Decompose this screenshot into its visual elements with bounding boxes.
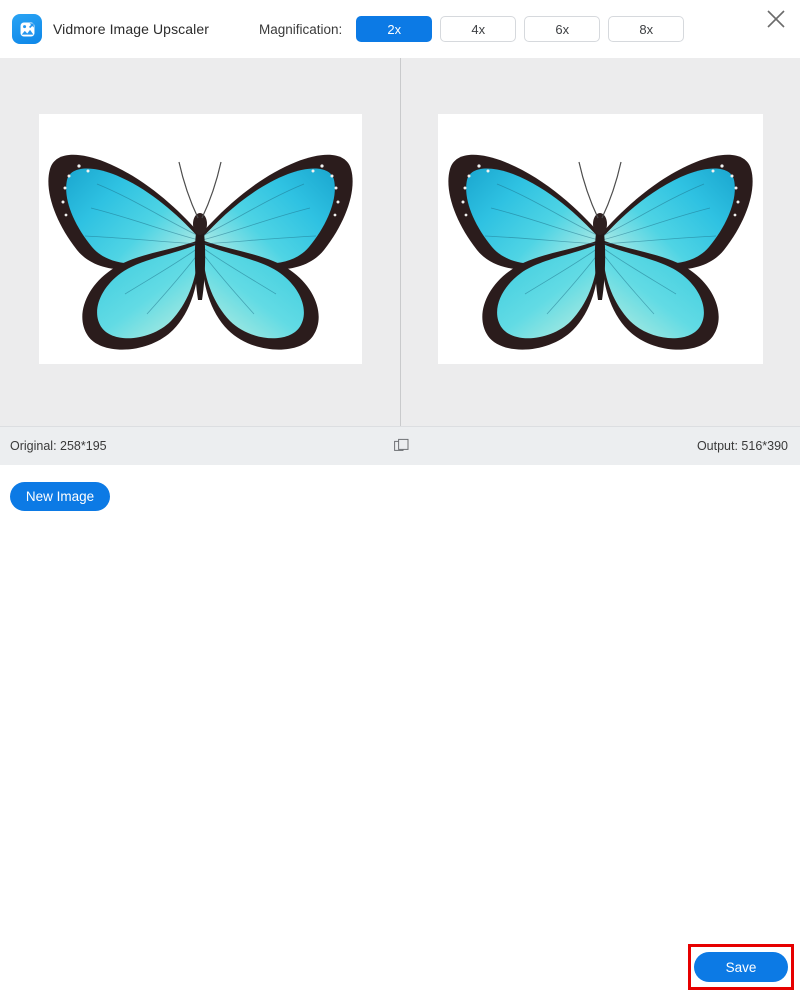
new-image-button[interactable]: New Image (10, 482, 110, 511)
original-size-label: Original: 258*195 (10, 439, 107, 453)
save-button[interactable]: Save (694, 952, 788, 982)
magnification-option-8x[interactable]: 8x (608, 16, 684, 42)
status-bar: Original: 258*195 Output: 516*390 (0, 426, 800, 465)
app-title: Vidmore Image Upscaler (53, 21, 209, 37)
compare-squares-icon[interactable] (394, 438, 410, 454)
original-butterfly-image (39, 114, 362, 364)
save-button-highlight-annotation: Save (688, 944, 794, 990)
close-icon[interactable] (760, 3, 792, 35)
magnification-option-4x[interactable]: 4x (440, 16, 516, 42)
footer-bar: New Image Save (0, 465, 800, 527)
preview-area (0, 58, 800, 426)
original-image-preview[interactable] (0, 58, 400, 426)
magnification-option-2x[interactable]: 2x (356, 16, 432, 42)
brand: Vidmore Image Upscaler (12, 14, 209, 44)
upscaled-butterfly-image (438, 114, 763, 364)
app-header: Vidmore Image Upscaler Magnification: 2x… (0, 0, 800, 58)
magnification-control: Magnification: 2x 4x 6x 8x (259, 0, 692, 58)
magnification-label: Magnification: (259, 22, 342, 37)
output-size-label: Output: 516*390 (697, 439, 788, 453)
upscaled-image-preview[interactable] (400, 58, 800, 426)
image-upscaler-window: Vidmore Image Upscaler Magnification: 2x… (0, 0, 800, 527)
magnification-option-6x[interactable]: 6x (524, 16, 600, 42)
image-upscale-icon (12, 14, 42, 44)
